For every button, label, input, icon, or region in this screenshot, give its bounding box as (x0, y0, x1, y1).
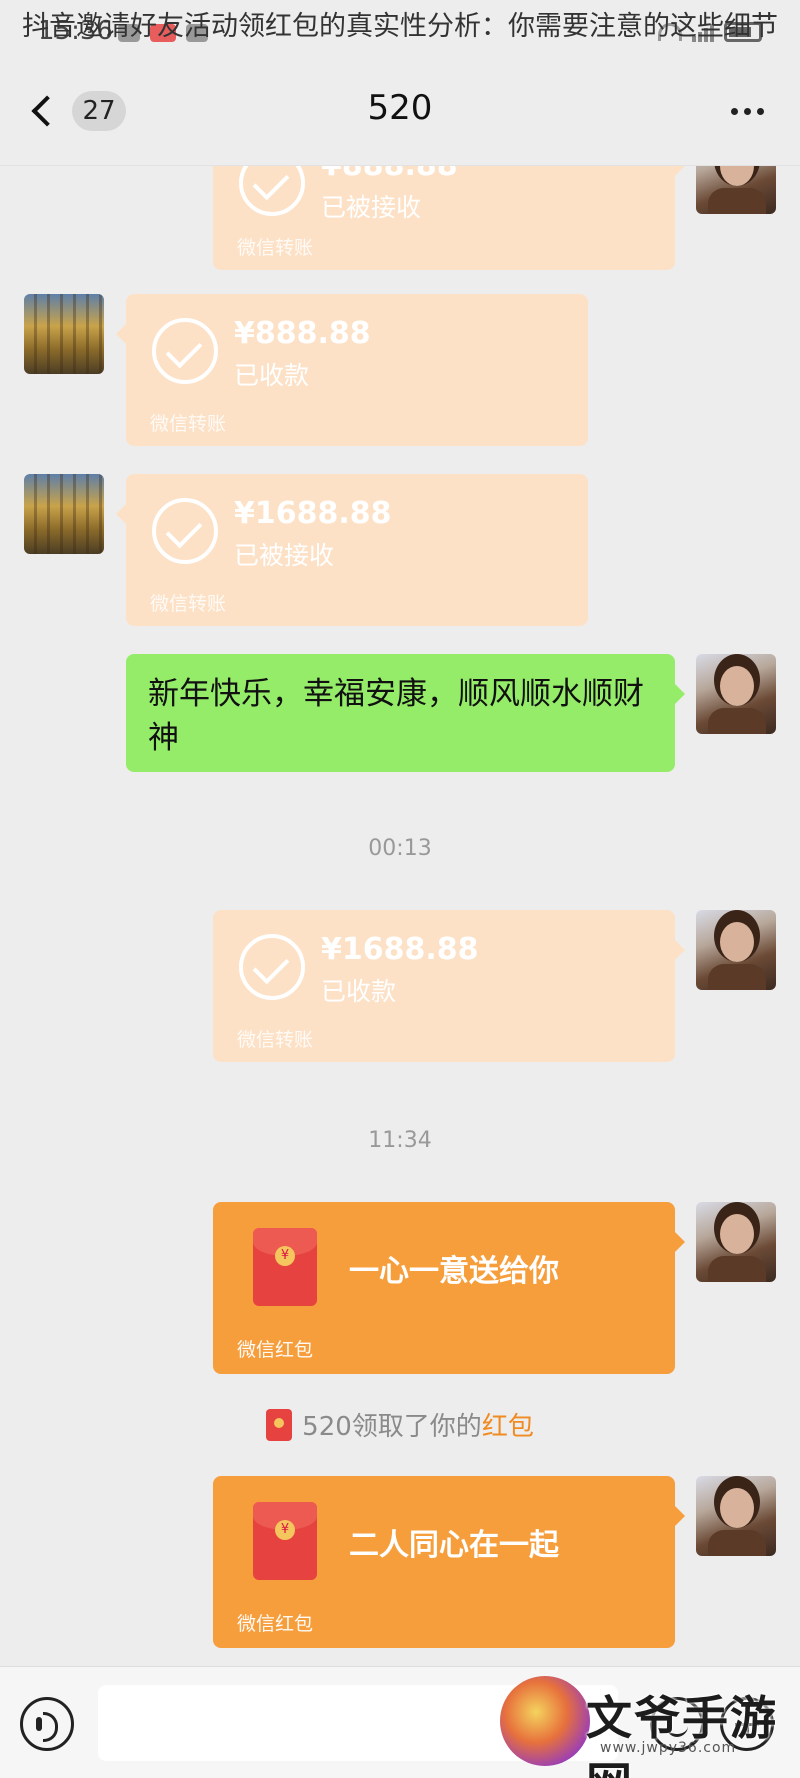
transfer-amount: ¥888.88 (321, 166, 458, 183)
transfer-card-outgoing[interactable]: ¥888.88 已被接收 微信转账 (213, 166, 685, 270)
avatar[interactable] (696, 1476, 776, 1556)
transfer-footer: 微信转账 (237, 237, 314, 259)
site-watermark: 文爷手游网 www.jwpy36.com (500, 1672, 790, 1778)
transfer-footer: 微信转账 (150, 593, 227, 615)
transfer-amount: ¥1688.88 (234, 496, 392, 531)
red-packet-card[interactable]: 一心一意送给你 微信红包 (213, 1202, 685, 1374)
transfer-amount: ¥1688.88 (321, 932, 479, 967)
avatar[interactable] (696, 910, 776, 990)
check-circle-icon (152, 318, 218, 384)
transfer-status: 已被接收 (321, 193, 422, 222)
transfer-card-incoming[interactable]: ¥1688.88 已被接收 微信转账 (116, 474, 588, 626)
transfer-card-outgoing[interactable]: ¥1688.88 已收款 微信转账 (213, 910, 685, 1062)
red-packet-greeting: 二人同心在一起 (349, 1528, 559, 1563)
red-packet-footer: 微信红包 (237, 1339, 314, 1361)
text-message-outgoing[interactable]: 新年快乐，幸福安康，顺风顺水顺财神 (126, 654, 685, 772)
article-title-banner: 抖音邀请好友活动领红包的真实性分析：你需要注意的这些细节 (22, 10, 778, 42)
red-envelope-icon (253, 1228, 317, 1306)
notice-text: 520领取了你的红包 (302, 1406, 534, 1443)
transfer-status: 已收款 (321, 977, 397, 1006)
message-list[interactable]: ¥888.88 已被接收 微信转账 ¥888.88 已收款 微信转账 ¥1688… (0, 166, 800, 1666)
transfer-status: 已收款 (234, 361, 310, 390)
red-packet-greeting: 一心一意送给你 (349, 1254, 559, 1289)
red-packet-card[interactable]: 二人同心在一起 微信红包 (213, 1476, 685, 1648)
watermark-url: www.jwpy36.com (600, 1740, 737, 1756)
red-packet-footer: 微信红包 (237, 1613, 314, 1635)
watermark-logo-icon (500, 1676, 590, 1766)
transfer-amount: ¥888.88 (234, 316, 371, 351)
avatar[interactable] (696, 1202, 776, 1282)
avatar[interactable] (696, 654, 776, 734)
check-circle-icon (239, 166, 305, 216)
timestamp: 00:13 (368, 836, 432, 861)
red-envelope-icon (253, 1502, 317, 1580)
more-dot-icon (744, 108, 751, 115)
transfer-footer: 微信转账 (150, 413, 227, 435)
chat-header: 27 520 (0, 56, 800, 166)
red-packet-claimed-notice: 520领取了你的红包 (0, 1406, 800, 1443)
timestamp: 11:34 (368, 1128, 432, 1153)
more-dot-icon (757, 108, 764, 115)
transfer-card-incoming[interactable]: ¥888.88 已收款 微信转账 (116, 294, 588, 446)
red-packet-link[interactable]: 红包 (482, 1412, 534, 1442)
avatar[interactable] (24, 474, 104, 554)
more-dot-icon (731, 108, 738, 115)
transfer-status: 已被接收 (234, 541, 335, 570)
check-circle-icon (239, 934, 305, 1000)
watermark-title: 文爷手游网 (586, 1691, 778, 1778)
more-options-button[interactable] (731, 108, 764, 115)
red-envelope-icon (266, 1408, 293, 1441)
notice-prefix: 520领取了你的 (302, 1412, 482, 1442)
chat-title: 520 (367, 88, 433, 128)
transfer-footer: 微信转账 (237, 1029, 314, 1051)
voice-input-button[interactable] (20, 1697, 74, 1751)
avatar[interactable] (696, 166, 776, 214)
avatar[interactable] (24, 294, 104, 374)
check-circle-icon (152, 498, 218, 564)
